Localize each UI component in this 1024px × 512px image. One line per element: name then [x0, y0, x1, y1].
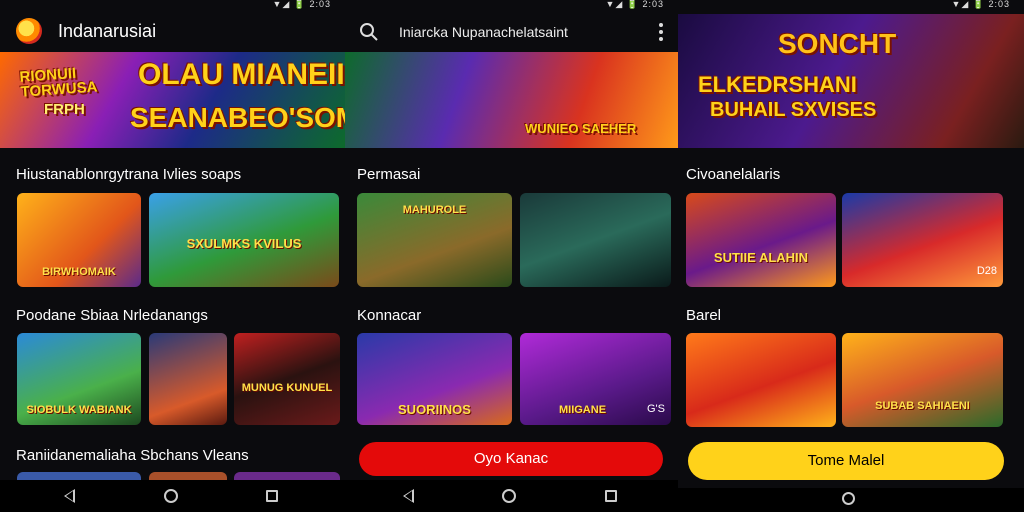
home-icon[interactable]	[164, 489, 178, 503]
nav-bar	[345, 480, 678, 512]
game-tile[interactable]	[149, 472, 227, 480]
game-tile[interactable]: MUNUG KUNUEL	[234, 333, 340, 425]
search-bar[interactable]: Iniarcka Nupanachelatsaint	[345, 14, 678, 50]
banner-logo-text: SONCHT	[778, 28, 897, 59]
section-title: Civoanelalaris	[686, 166, 781, 183]
banner-badge-sub: FRPH	[44, 101, 85, 118]
screen-right: ▼◢ 🔋 2:03 SONCHT ELKEDRSHANI BUHAIL SXVI…	[678, 0, 1024, 512]
status-bar: ▼◢ 🔋 2:03	[678, 0, 1024, 12]
section-title: Raniidanemaliaha Sbchans Vleans	[16, 447, 249, 464]
hero-banner[interactable]: SONCHT ELKEDRSHANI BUHAIL SXVISES	[678, 14, 1024, 148]
banner-subheadline: SEANABEO'SOMATE!	[130, 102, 345, 133]
game-tile[interactable]: SIOBULK WABIANK	[17, 333, 141, 425]
section-title: Hiustanablonrgytrana Ivlies soaps	[16, 166, 242, 183]
screen-middle: ▼◢ 🔋 2:03 Iniarcka Nupanachelatsaint WUN…	[345, 0, 678, 512]
section-title: Barel	[686, 307, 722, 324]
banner-headline: ELKEDRSHANI	[698, 72, 857, 97]
game-tile[interactable]	[686, 333, 836, 427]
game-tile-label: SUTIIE ALAHIN	[713, 250, 809, 266]
app-bar: Indanarusiai	[0, 14, 345, 50]
game-tile-badge: G'S	[647, 403, 665, 415]
banner-headline: OLAU MIANEIIANIIIA	[138, 58, 345, 91]
game-tile[interactable]: MIIGANE G'S	[520, 333, 671, 425]
game-tile[interactable]	[234, 472, 340, 480]
back-icon[interactable]	[403, 489, 414, 503]
game-tile[interactable]	[520, 193, 671, 287]
nav-bar	[0, 480, 345, 512]
app-logo-icon	[16, 18, 42, 44]
home-icon[interactable]	[502, 489, 516, 503]
hero-banner[interactable]: WUNIEO SAEHER	[345, 52, 678, 148]
game-tile-badge: D28	[976, 265, 997, 277]
game-tile[interactable]: SUORIINOS	[357, 333, 512, 425]
game-tile[interactable]: SXULMKS KVILUS	[149, 193, 339, 287]
banner-caption: WUNIEO SAEHER	[525, 121, 637, 136]
more-options-icon[interactable]	[658, 23, 664, 41]
section-title: Poodane Sbiaa Nrledanangs	[16, 307, 208, 324]
recent-apps-icon[interactable]	[266, 490, 278, 502]
nav-bar	[678, 488, 1024, 512]
game-tile[interactable]: MAHUROLE	[357, 193, 512, 287]
back-icon[interactable]	[64, 489, 75, 503]
game-tile-label: SXULMKS KVILUS	[186, 236, 302, 252]
game-tile[interactable]: D28	[842, 193, 1003, 287]
status-icons: ▼◢ 🔋 2:03	[272, 0, 331, 9]
game-tile[interactable]: SUTIIE ALAHIN	[686, 193, 836, 287]
game-tile[interactable]: SUBAB SAHIAENI	[842, 333, 1003, 427]
game-tile[interactable]: BIRWHOMAIK	[17, 193, 141, 287]
app-title: Indanarusiai	[58, 21, 157, 41]
status-bar: ▼◢ 🔋 2:03	[0, 0, 345, 12]
game-tile-label: SUBAB SAHIAENI	[875, 400, 970, 413]
primary-cta-button[interactable]: Oyo Kanac	[359, 442, 663, 476]
hero-banner[interactable]: RIONUII TORWUSA FRPH OLAU MIANEIIANIIIA …	[0, 52, 345, 148]
game-tile-label: MAHUROLE	[402, 204, 467, 217]
status-bar: ▼◢ 🔋 2:03	[345, 0, 678, 12]
game-tile-label: SIOBULK WABIANK	[26, 404, 132, 417]
game-tile[interactable]	[149, 333, 227, 425]
game-tile-label: MIIGANE	[558, 404, 607, 417]
section-title: Konnacar	[357, 307, 422, 324]
game-tile-label: SUORIINOS	[398, 402, 471, 418]
status-icons: ▼◢ 🔋 2:03	[951, 0, 1010, 9]
section-title: Permasai	[357, 166, 421, 183]
home-icon[interactable]	[842, 492, 855, 505]
recent-apps-icon[interactable]	[605, 490, 617, 502]
game-tile-label: MUNUG KUNUEL	[241, 382, 333, 395]
search-icon[interactable]	[359, 22, 379, 42]
secondary-cta-button[interactable]: Tome Malel	[688, 442, 1004, 480]
screen-left: ▼◢ 🔋 2:03 Indanarusiai RIONUII TORWUSA F…	[0, 0, 345, 512]
game-tile[interactable]	[17, 472, 141, 480]
banner-subheadline: BUHAIL SXVISES	[710, 99, 877, 121]
search-query[interactable]: Iniarcka Nupanachelatsaint	[399, 24, 568, 40]
banner-badge-text: RIONUII TORWUSA	[19, 64, 99, 101]
status-icons: ▼◢ 🔋 2:03	[605, 0, 664, 9]
game-tile-label: BIRWHOMAIK	[42, 266, 116, 279]
